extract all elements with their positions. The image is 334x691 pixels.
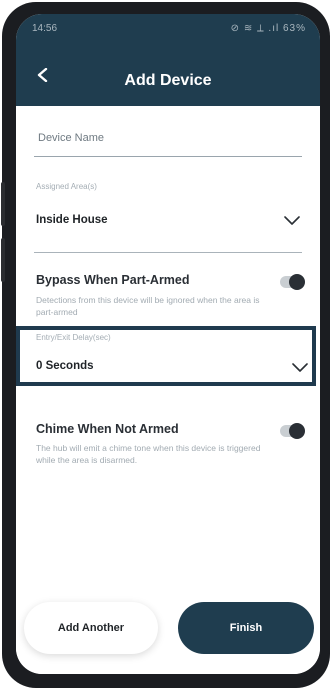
device-name-placeholder: Device Name — [38, 132, 105, 144]
app-bar: Add Device — [16, 42, 320, 106]
add-another-button[interactable]: Add Another — [24, 602, 158, 654]
chevron-down-icon — [284, 216, 300, 225]
entry-exit-delay-highlight — [16, 326, 316, 386]
bypass-title: Bypass When Part-Armed — [36, 273, 190, 287]
bypass-toggle[interactable] — [280, 274, 305, 290]
page-title: Add Device — [124, 72, 212, 89]
footer-actions: Add Another Finish — [16, 584, 320, 674]
finish-button[interactable]: Finish — [178, 602, 314, 654]
phone-side-button — [1, 182, 5, 226]
status-icons: ⊘ ≋ ⟂ .ıl 63% — [230, 23, 306, 34]
assigned-area-select[interactable]: Inside House — [34, 204, 302, 240]
phone-side-button — [1, 238, 5, 282]
divider — [34, 252, 302, 253]
status-time: 14:56 — [32, 23, 58, 34]
bypass-description: Detections from this device will be igno… — [36, 295, 260, 305]
assigned-area-value: Inside House — [36, 214, 108, 226]
status-bar: 14:56 ⊘ ≋ ⟂ .ıl 63% — [16, 14, 320, 42]
chime-description-cont: while the area is disarmed. — [36, 455, 138, 465]
chime-toggle[interactable] — [280, 423, 305, 439]
chime-description: The hub will emit a chime tone when this… — [36, 443, 261, 453]
bypass-description-cont: part-armed — [36, 307, 78, 317]
assigned-area-label: Assigned Area(s) — [36, 182, 97, 191]
device-name-field[interactable]: Device Name — [34, 122, 302, 157]
chime-title: Chime When Not Armed — [36, 422, 179, 436]
